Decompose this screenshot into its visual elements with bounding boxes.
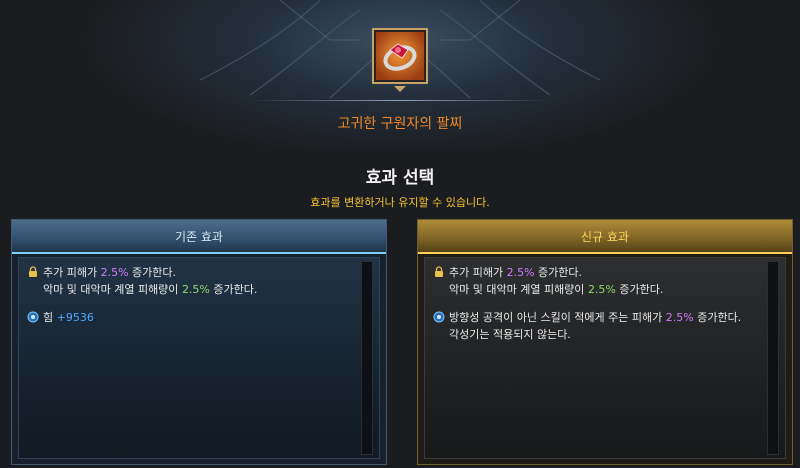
- item-slot[interactable]: [372, 28, 428, 94]
- stat-label: 힘: [43, 311, 57, 324]
- effect-value: 2.5%: [506, 266, 535, 279]
- effect-line: 악마 및 대악마 계열 피해량이 2.5% 증가한다.: [43, 283, 258, 296]
- effect-line: 방향성 공격이 아닌 스킬이 적에게 주는 피해가 2.5% 증가한다.: [449, 311, 742, 324]
- effect-item-new: 방향성 공격이 아닌 스킬이 적에게 주는 피해가 2.5% 증가한다. 각성기…: [433, 309, 741, 343]
- effect-value: 2.5%: [587, 283, 616, 296]
- effect-line: 악마 및 대악마 계열 피해량이 2.5% 증가한다.: [449, 283, 664, 296]
- stat-icon: [27, 311, 39, 323]
- new-effect-header: 신규 효과: [418, 220, 792, 254]
- effect-item-locked: 추가 피해가 2.5% 증가한다. 악마 및 대악마 계열 피해량이 2.5% …: [433, 264, 663, 298]
- stat-icon: [433, 311, 445, 323]
- section-title: 효과 선택: [365, 168, 435, 188]
- effect-value: 2.5%: [100, 266, 129, 279]
- section-subtitle: 효과를 변환하거나 유지할 수 있습니다.: [310, 196, 490, 209]
- effect-item-stat: 힘 +9536: [27, 309, 94, 326]
- effect-line: 추가 피해가 2.5% 증가한다.: [43, 266, 177, 279]
- lock-icon: [29, 266, 37, 277]
- bracelet-icon: [372, 28, 428, 92]
- scrollbar[interactable]: [361, 261, 373, 455]
- header-divider: [250, 100, 550, 101]
- effect-item-locked: 추가 피해가 2.5% 증가한다. 악마 및 대악마 계열 피해량이 2.5% …: [27, 264, 257, 298]
- lock-icon: [435, 266, 443, 277]
- new-effect-panel[interactable]: 신규 효과 추가 피해가 2.5% 증가한다. 악마 및 대악마 계열 피해량이…: [417, 219, 793, 465]
- new-effect-list: 추가 피해가 2.5% 증가한다. 악마 및 대악마 계열 피해량이 2.5% …: [424, 257, 786, 459]
- stat-value: +9536: [56, 311, 94, 324]
- effect-line: 각성기는 적용되지 않는다.: [449, 328, 571, 341]
- effect-value: 2.5%: [181, 283, 210, 296]
- effect-value: 2.5%: [665, 311, 694, 324]
- item-name: 고귀한 구원자의 팔찌: [337, 116, 463, 132]
- existing-effect-list: 추가 피해가 2.5% 증가한다. 악마 및 대악마 계열 피해량이 2.5% …: [18, 257, 380, 459]
- effect-line: 추가 피해가 2.5% 증가한다.: [449, 266, 583, 279]
- existing-effect-header: 기존 효과: [12, 220, 386, 254]
- existing-effect-panel[interactable]: 기존 효과 추가 피해가 2.5% 증가한다. 악마 및 대악마 계열 피해량이…: [11, 219, 387, 465]
- scrollbar[interactable]: [767, 261, 779, 455]
